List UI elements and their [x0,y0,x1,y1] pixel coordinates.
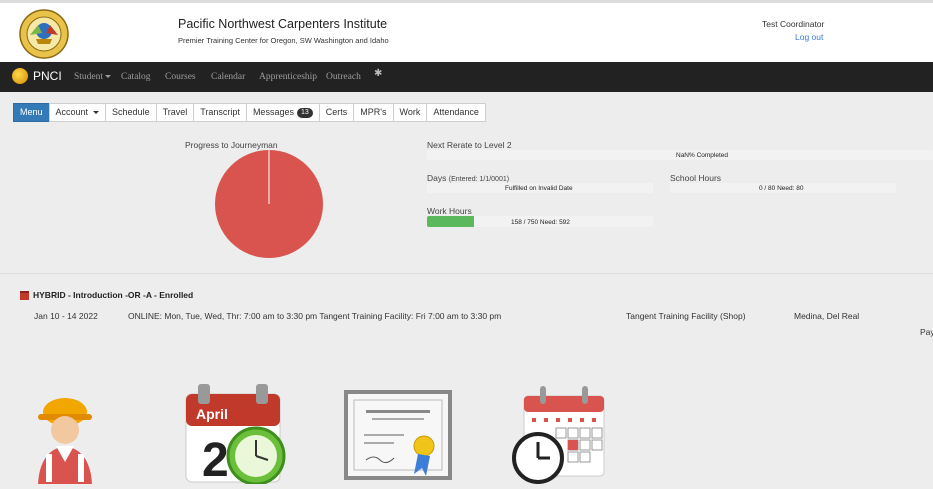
section-divider [0,273,933,274]
tab-menu[interactable]: Menu [13,103,50,122]
tab-label: Schedule [112,107,150,117]
tab-mprs[interactable]: MPR's [353,103,394,122]
site-subtitle: Premier Training Center for Oregon, SW W… [178,36,389,45]
header-top-border [0,0,933,3]
course-location: Tangent Training Facility (Shop) [626,311,746,321]
school-hours-label: School Hours [670,173,722,183]
tab-label: Transcript [200,107,240,117]
calendar-day: 2 [202,434,229,484]
tab-label: Menu [20,107,43,117]
nav-item-apprenticeship[interactable]: Apprenticeship [259,72,317,82]
tab-account[interactable]: Account [48,103,107,122]
days-text: Fulfilled on Invalid Date [505,185,573,192]
calendar-icon [20,290,29,300]
tab-label: Travel [162,107,188,117]
tab-label: MPR's [360,107,387,117]
next-rerate-text: NaN% Completed [676,152,729,159]
calendar-clock-icon[interactable]: April 2 [184,384,288,484]
days-label-text: Days [427,173,447,183]
tab-label: Account [55,107,89,117]
tab-schedule[interactable]: Schedule [105,103,157,122]
tab-certs[interactable]: Certs [318,103,355,122]
pnci-logo[interactable] [18,9,70,59]
certificate-icon[interactable] [344,384,454,484]
course-instructors: Medina, Del Real [794,311,860,321]
tab-bar: Menu Account Schedule Travel Transcript … [13,103,486,122]
course-schedule: ONLINE: Mon, Tue, Wed, Thr: 7:00 am to 3… [128,311,502,321]
tab-transcript[interactable]: Transcript [193,103,247,122]
nav-item-courses[interactable]: Courses [165,72,196,82]
main-navbar: PNCI Student Catalog Courses Calendar Ap… [0,62,933,92]
tab-label: Attendance [433,107,479,117]
logout-link[interactable]: Log out [795,32,823,42]
nav-item-calendar[interactable]: Calendar [211,72,245,82]
days-label: Days (Entered: 1/1/0001) [427,173,509,183]
gear-icon[interactable]: ✱ [374,69,384,79]
course-title[interactable]: HYBRID - Introduction -OR -A - Enrolled [20,290,193,300]
nav-item-outreach[interactable]: Outreach [326,72,361,82]
tab-label: Messages [252,107,294,117]
navbar-brand[interactable]: PNCI [12,68,62,84]
brand-logo-icon [12,68,28,84]
progress-journeyman-label: Progress to Journeyman [185,140,278,150]
work-hours-label: Work Hours [427,206,472,216]
schedule-calendar-clock-icon[interactable] [512,384,608,484]
site-header: Pacific Northwest Carpenters Institute P… [0,0,933,62]
pay-link[interactable]: Pay [920,327,933,337]
school-hours-text: 0 / 80 Need: 80 [759,185,804,192]
course-title-text: HYBRID - Introduction -OR -A - Enrolled [33,290,194,300]
calendar-month: April [196,406,228,422]
apprentice-worker-icon[interactable] [32,384,98,484]
work-hours-text: 158 / 750 Need: 592 [511,219,570,226]
tab-attendance[interactable]: Attendance [426,103,486,122]
tab-label: Work [399,107,421,117]
tab-label: Certs [325,107,348,117]
site-title: Pacific Northwest Carpenters Institute [178,17,388,31]
nav-item-catalog[interactable]: Catalog [121,72,151,82]
user-name: Test Coordinator [762,19,825,29]
tab-travel[interactable]: Travel [155,103,195,122]
next-rerate-label: Next Rerate to Level 2 [427,140,512,150]
days-entered: (Entered: 1/1/0001) [448,176,510,183]
progress-pie-chart [215,150,323,258]
work-hours-bar-fill [427,216,475,227]
tab-messages[interactable]: Messages 13 [245,103,320,122]
nav-item-student[interactable]: Student [74,72,112,82]
caret-down-icon [105,75,112,79]
caret-down-icon [93,111,100,114]
course-dates: Jan 10 - 14 2022 [34,311,98,321]
nav-item-label: Student [74,72,104,82]
brand-label: PNCI [33,69,62,83]
messages-badge: 13 [296,107,313,118]
tab-work[interactable]: Work [392,103,428,122]
